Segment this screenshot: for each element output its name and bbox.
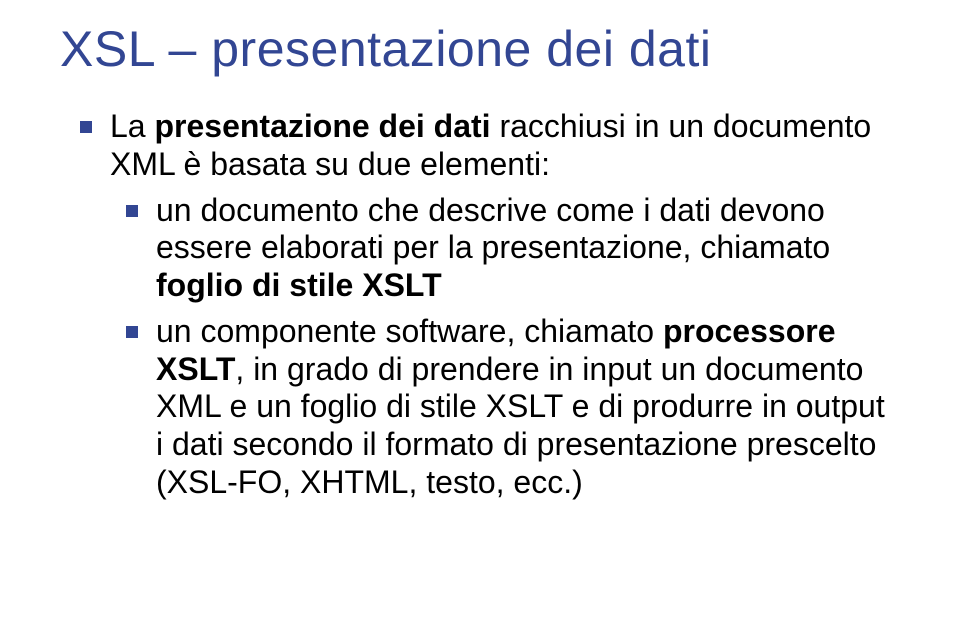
- bullet-2-text-pre: un documento che descrive come i dati de…: [156, 192, 830, 266]
- bullet-3-text-post: , in grado di prendere in input un docum…: [156, 351, 885, 500]
- bullet-list-level2: un documento che descrive come i dati de…: [110, 192, 900, 502]
- slide: XSL – presentazione dei dati La presenta…: [0, 0, 960, 618]
- bullet-item-1: La presentazione dei dati racchiusi in u…: [80, 108, 900, 502]
- bullet-item-3: un componente software, chiamato process…: [126, 313, 900, 502]
- slide-title: XSL – presentazione dei dati: [60, 20, 900, 78]
- bullet-1-text-pre: La: [110, 108, 154, 144]
- bullet-item-2: un documento che descrive come i dati de…: [126, 192, 900, 305]
- bullet-list-level1: La presentazione dei dati racchiusi in u…: [60, 108, 900, 502]
- bullet-1-bold: presentazione dei dati: [154, 108, 490, 144]
- bullet-3-text-pre: un componente software, chiamato: [156, 313, 663, 349]
- bullet-2-bold: foglio di stile XSLT: [156, 267, 442, 303]
